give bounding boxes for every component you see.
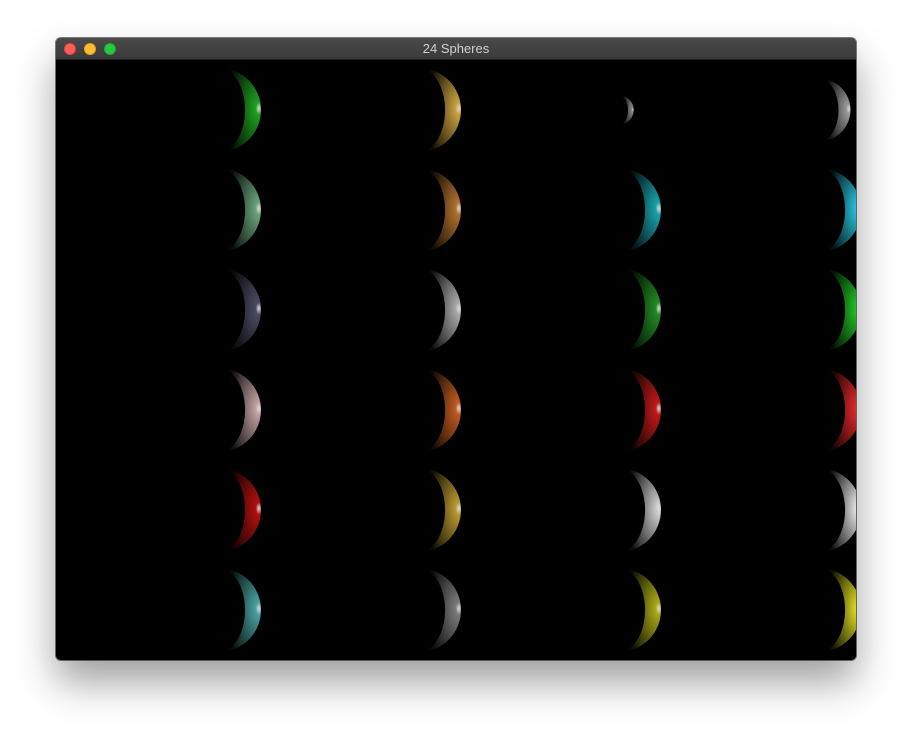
sphere-12 xyxy=(819,268,856,352)
sphere-3 xyxy=(619,95,634,125)
sphere-2 xyxy=(419,68,461,152)
sphere-18 xyxy=(419,468,461,552)
sphere-13 xyxy=(219,368,261,452)
sphere-9 xyxy=(219,268,261,352)
sphere-23 xyxy=(619,568,661,652)
title-bar[interactable]: 24 Spheres xyxy=(56,38,856,60)
sphere-5 xyxy=(219,168,261,252)
render-canvas[interactable] xyxy=(56,60,856,660)
sphere-10 xyxy=(419,268,461,352)
sphere-6 xyxy=(419,168,461,252)
sphere-17 xyxy=(219,468,261,552)
sphere-20 xyxy=(819,468,856,552)
sphere-scene xyxy=(219,68,856,652)
sphere-16 xyxy=(819,368,856,452)
sphere-19 xyxy=(619,468,661,552)
sphere-1 xyxy=(219,68,261,152)
sphere-22 xyxy=(419,568,461,652)
sphere-7 xyxy=(619,168,661,252)
app-window: 24 Spheres xyxy=(56,38,856,660)
sphere-8 xyxy=(819,168,856,252)
sphere-15 xyxy=(619,368,661,452)
sphere-14 xyxy=(419,368,461,452)
sphere-11 xyxy=(619,268,661,352)
window-title: 24 Spheres xyxy=(422,41,490,56)
sphere-21 xyxy=(219,568,261,652)
sphere-24 xyxy=(819,568,856,652)
sphere-4 xyxy=(819,78,851,142)
